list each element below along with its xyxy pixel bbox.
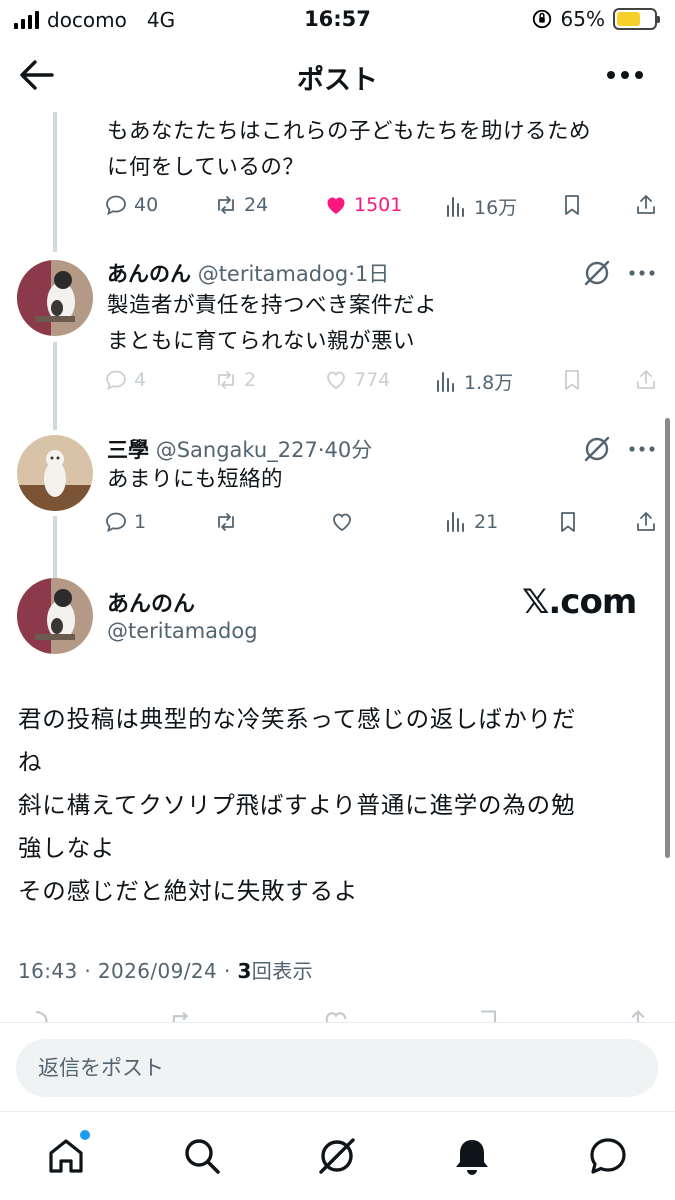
bookmark-icon[interactable]	[474, 1008, 502, 1022]
repost-icon[interactable]	[168, 1008, 196, 1022]
tab-messages[interactable]	[586, 1134, 630, 1178]
share-button[interactable]	[634, 368, 658, 392]
post-text: あまりにも短絡的	[107, 467, 284, 492]
display-name[interactable]: あんのん	[107, 586, 195, 618]
heart-icon	[333, 513, 351, 532]
post-text: もあなたたちはこれらの子どもたちを助けるため に何をしているの？	[107, 119, 592, 180]
reply-icon	[106, 512, 126, 533]
repost-icon	[218, 196, 234, 214]
post-time: 1日	[354, 262, 390, 286]
bookmark-icon	[561, 512, 575, 532]
more-options-icon[interactable]	[628, 445, 656, 453]
heart-icon	[327, 371, 345, 390]
like-button[interactable]: 1501	[324, 193, 402, 217]
tab-grok[interactable]	[315, 1134, 359, 1178]
repost-icon	[218, 371, 234, 389]
views-button[interactable]: 1.8万	[434, 368, 513, 395]
post-time: 40分	[324, 438, 373, 462]
header: ポスト	[0, 44, 675, 106]
notification-dot	[80, 1130, 90, 1140]
bookmark-icon	[565, 195, 579, 215]
reply-icon	[106, 195, 126, 216]
battery-percent: 65%	[560, 7, 605, 31]
page-title: ポスト	[297, 65, 378, 96]
repost-button[interactable]	[214, 510, 244, 534]
reply-button[interactable]: 4	[104, 368, 146, 392]
scrollbar[interactable]	[665, 418, 670, 858]
x-com-watermark: 𝕏.com	[522, 582, 637, 622]
grok-icon[interactable]	[583, 259, 611, 287]
thread-line	[53, 112, 57, 252]
avatar[interactable]	[17, 578, 93, 654]
views-count: 3	[237, 959, 252, 983]
heart-icon[interactable]	[322, 1008, 350, 1022]
repost-icon	[218, 513, 234, 531]
messages-icon	[590, 1138, 626, 1174]
like-button[interactable]	[330, 510, 360, 534]
bookmark-button[interactable]	[556, 510, 580, 534]
thread-line	[53, 516, 57, 578]
heart-filled-icon	[327, 197, 345, 214]
post-text: 君の投稿は典型的な冷笑系って感じの返しばかりだ ね 斜に構えてクソリプ飛ばすより…	[18, 705, 577, 905]
tab-home[interactable]	[44, 1130, 90, 1178]
more-options-icon[interactable]	[628, 269, 656, 277]
grok-icon[interactable]	[583, 435, 611, 463]
post-actions: 4 2 774 1.8万	[104, 368, 664, 400]
tab-bar	[0, 1112, 675, 1200]
display-name[interactable]: 三學	[107, 438, 149, 462]
like-button[interactable]: 774	[324, 368, 390, 392]
share-icon	[637, 512, 655, 531]
reply-icon[interactable]	[22, 1008, 50, 1022]
handle[interactable]: @teritamadog	[107, 619, 258, 643]
reply-button[interactable]: 40	[104, 193, 158, 217]
bookmark-icon	[565, 370, 579, 390]
reply-input[interactable]	[16, 1039, 658, 1097]
share-button[interactable]	[634, 510, 658, 534]
tab-search[interactable]	[180, 1134, 224, 1178]
views-label: 回表示	[251, 959, 313, 983]
bookmark-button[interactable]	[560, 193, 584, 217]
status-bar: docomo 4G 16:57 65%	[0, 0, 675, 44]
share-button[interactable]	[634, 193, 658, 217]
post-author-line: あんのん @teritamadog·1日	[107, 262, 390, 286]
orientation-lock-icon	[532, 9, 551, 29]
views-button[interactable]: 16万	[444, 193, 517, 220]
share-icon	[637, 370, 655, 389]
thread-line	[53, 342, 57, 430]
views-button[interactable]: 21	[444, 510, 498, 534]
post-author-line: 三學 @Sangaku_227·40分	[107, 438, 373, 462]
grok-icon	[319, 1138, 355, 1174]
home-icon	[49, 1139, 83, 1173]
repost-button[interactable]: 24	[214, 193, 268, 217]
views-icon	[447, 512, 464, 532]
bell-icon	[456, 1140, 488, 1175]
share-icon[interactable]	[624, 1008, 652, 1022]
views-icon	[447, 196, 464, 217]
battery-icon	[613, 8, 660, 30]
main-post-actions	[18, 1008, 658, 1022]
bookmark-button[interactable]	[560, 368, 584, 392]
share-icon	[637, 195, 655, 214]
search-icon	[185, 1139, 220, 1174]
post-timestamp[interactable]: 16:43 · 2026/09/24 ·	[18, 959, 237, 983]
post-actions: 40 24 1501 16万	[104, 193, 664, 225]
views-icon	[437, 371, 454, 392]
avatar[interactable]	[17, 260, 93, 336]
post-actions: 1 21	[104, 510, 664, 542]
reply-bar	[0, 1022, 675, 1112]
avatar[interactable]	[17, 435, 93, 511]
tab-notifications[interactable]	[450, 1134, 494, 1178]
more-options-icon[interactable]	[605, 60, 645, 90]
reply-button[interactable]: 1	[104, 510, 146, 534]
display-name[interactable]: あんのん	[107, 262, 191, 286]
handle[interactable]: @teritamadog	[198, 262, 349, 286]
handle[interactable]: @Sangaku_227	[156, 438, 318, 462]
repost-button[interactable]: 2	[214, 368, 256, 392]
post-text: 製造者が責任を持つべき案件だよ まともに育てられない親が悪い	[107, 293, 438, 354]
post-meta: 16:43 · 2026/09/24 · 3回表示	[18, 955, 313, 984]
reply-icon	[106, 370, 126, 391]
